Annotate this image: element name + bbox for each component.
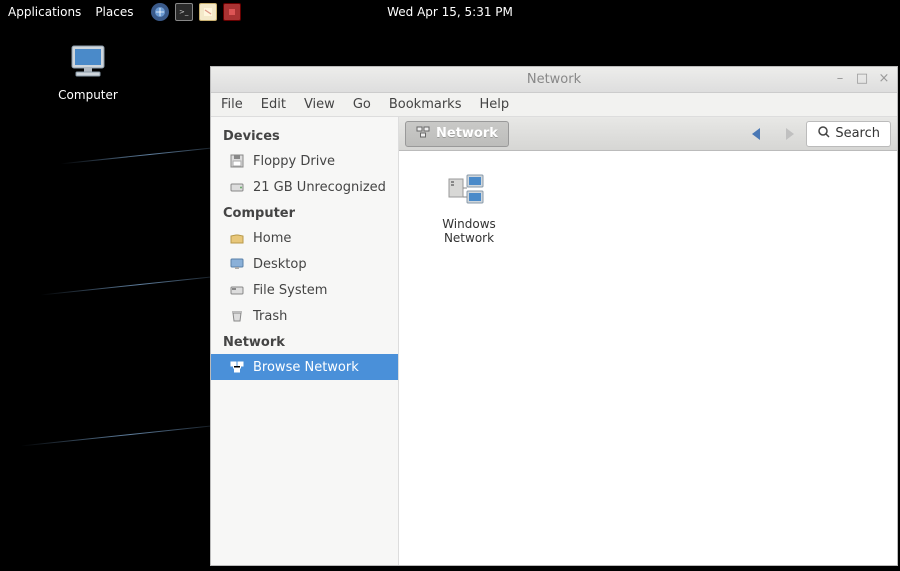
- sidebar-header-devices: Devices: [211, 123, 398, 148]
- file-area[interactable]: Windows Network: [399, 151, 897, 565]
- network-icon: [416, 125, 430, 143]
- sidebar-item-filesystem[interactable]: File System: [211, 277, 398, 303]
- computer-icon: [64, 44, 112, 84]
- nav-back-button[interactable]: [746, 122, 770, 146]
- close-button[interactable]: ×: [877, 71, 891, 85]
- panel-clock[interactable]: Wed Apr 15, 5:31 PM: [387, 5, 513, 19]
- menu-view[interactable]: View: [304, 97, 335, 112]
- menubar: File Edit View Go Bookmarks Help: [211, 93, 897, 117]
- location-button[interactable]: Network: [405, 121, 509, 147]
- content-area: Network Search: [399, 117, 897, 565]
- file-manager-window: Network – □ × File Edit View Go Bookmark…: [210, 66, 898, 566]
- app-icon[interactable]: [223, 3, 241, 21]
- sidebar-item-label: Browse Network: [253, 360, 359, 375]
- search-button[interactable]: Search: [806, 121, 891, 147]
- minimize-button[interactable]: –: [833, 71, 847, 85]
- sidebar-item-label: File System: [253, 283, 327, 298]
- panel-menu-applications[interactable]: Applications: [8, 5, 81, 19]
- floppy-icon: [229, 153, 245, 169]
- window-titlebar[interactable]: Network – □ ×: [211, 67, 897, 93]
- sidebar-item-browse-network[interactable]: Browse Network: [211, 354, 398, 380]
- sidebar-item-home[interactable]: Home: [211, 225, 398, 251]
- nav-forward-button[interactable]: [776, 122, 800, 146]
- sidebar-item-unrecognized[interactable]: 21 GB Unrecognized: [211, 174, 398, 200]
- desktop-folder-icon: [229, 256, 245, 272]
- svg-text:>_: >_: [179, 8, 189, 16]
- browser-icon[interactable]: [151, 3, 169, 21]
- panel-menu-places[interactable]: Places: [95, 5, 133, 19]
- desktop-icon-computer[interactable]: Computer: [48, 44, 128, 102]
- desktop-icon-label: Computer: [58, 88, 118, 102]
- window-title: Network: [527, 72, 581, 87]
- sidebar-header-computer: Computer: [211, 200, 398, 225]
- maximize-button[interactable]: □: [855, 71, 869, 85]
- sidebar-item-trash[interactable]: Trash: [211, 303, 398, 329]
- sidebar-header-network: Network: [211, 329, 398, 354]
- menu-bookmarks[interactable]: Bookmarks: [389, 97, 462, 112]
- editor-icon[interactable]: [199, 3, 217, 21]
- file-item-label: Windows Network: [442, 217, 496, 245]
- toolbar: Network Search: [399, 117, 897, 151]
- sidebar-item-label: 21 GB Unrecognized: [253, 180, 386, 195]
- menu-go[interactable]: Go: [353, 97, 371, 112]
- panel-launchers: >_: [151, 3, 241, 21]
- search-label: Search: [835, 126, 880, 141]
- window-body: Devices Floppy Drive 21 GB Unrecognized …: [211, 117, 897, 565]
- sidebar-item-label: Home: [253, 231, 291, 246]
- terminal-icon[interactable]: >_: [175, 3, 193, 21]
- windows-network-icon: [445, 171, 493, 211]
- sidebar-item-label: Desktop: [253, 257, 307, 272]
- menu-edit[interactable]: Edit: [261, 97, 286, 112]
- menu-help[interactable]: Help: [479, 97, 509, 112]
- sidebar-item-label: Floppy Drive: [253, 154, 335, 169]
- menu-file[interactable]: File: [221, 97, 243, 112]
- window-controls: – □ ×: [833, 71, 891, 85]
- drive-icon: [229, 179, 245, 195]
- filesystem-icon: [229, 282, 245, 298]
- home-folder-icon: [229, 230, 245, 246]
- file-item-windows-network[interactable]: Windows Network: [419, 171, 519, 245]
- sidebar-item-desktop[interactable]: Desktop: [211, 251, 398, 277]
- trash-icon: [229, 308, 245, 324]
- top-panel: Applications Places >_ Wed Apr 15, 5:31 …: [0, 0, 900, 24]
- search-icon: [817, 125, 831, 143]
- location-label: Network: [436, 126, 498, 141]
- sidebar: Devices Floppy Drive 21 GB Unrecognized …: [211, 117, 399, 565]
- desktop[interactable]: Computer Network – □ × File Edit View Go…: [0, 24, 900, 571]
- sidebar-item-label: Trash: [253, 309, 287, 324]
- network-icon: [229, 359, 245, 375]
- sidebar-item-floppy[interactable]: Floppy Drive: [211, 148, 398, 174]
